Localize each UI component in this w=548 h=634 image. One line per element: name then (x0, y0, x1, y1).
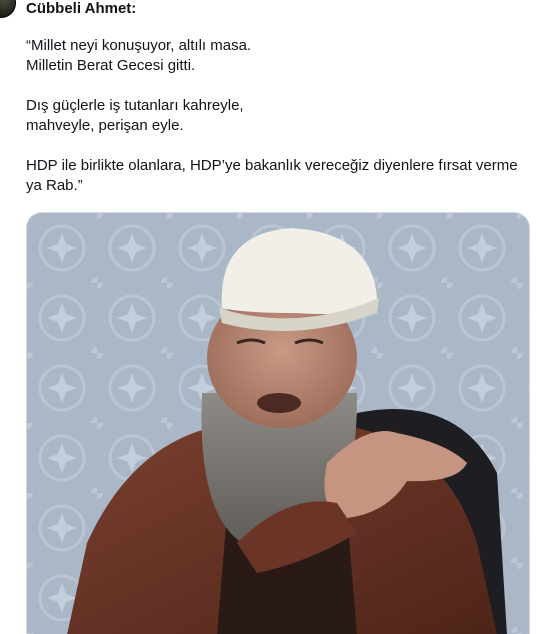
tweet-media-video[interactable] (26, 212, 530, 634)
author-line: Cübbeli Ahmet: (26, 0, 136, 18)
tweet-line: “Millet neyi konuşuyor, altılı masa. (26, 37, 252, 54)
tweet-line: Dış güçlerle iş tutanları kahreyle, (26, 97, 244, 114)
author-colon: : (131, 0, 137, 17)
tweet-line: HDP ile birlikte olanlara, HDP’ye bakanl… (26, 157, 518, 194)
tweet-line: Milletin Berat Gecesi gitti. (26, 57, 196, 74)
avatar[interactable] (0, 0, 16, 18)
tweet: Cübbeli Ahmet: “Millet neyi konuşuyor, a… (0, 0, 548, 634)
tweet-paragraph: Dış güçlerle iş tutanları kahreyle, mahv… (26, 96, 536, 136)
tweet-text: “Millet neyi konuşuyor, altılı masa. Mil… (26, 36, 536, 216)
author-name[interactable]: Cübbeli Ahmet (26, 0, 131, 17)
tweet-paragraph: “Millet neyi konuşuyor, altılı masa. Mil… (26, 36, 536, 76)
tweet-paragraph: HDP ile birlikte olanlara, HDP’ye bakanl… (26, 156, 536, 196)
video-frame-image (27, 213, 529, 634)
tweet-line: mahveyle, perişan eyle. (26, 117, 184, 134)
